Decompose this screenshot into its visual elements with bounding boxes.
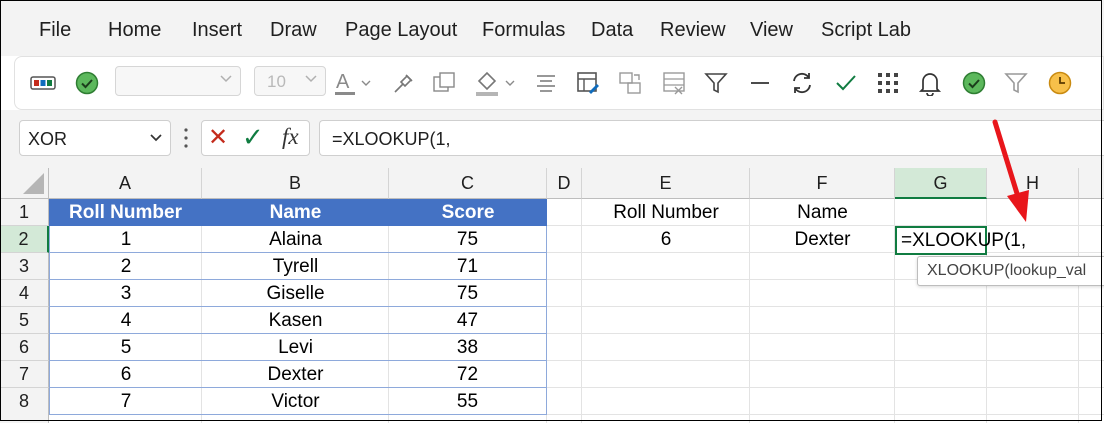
screenshot-border [0, 0, 1102, 421]
